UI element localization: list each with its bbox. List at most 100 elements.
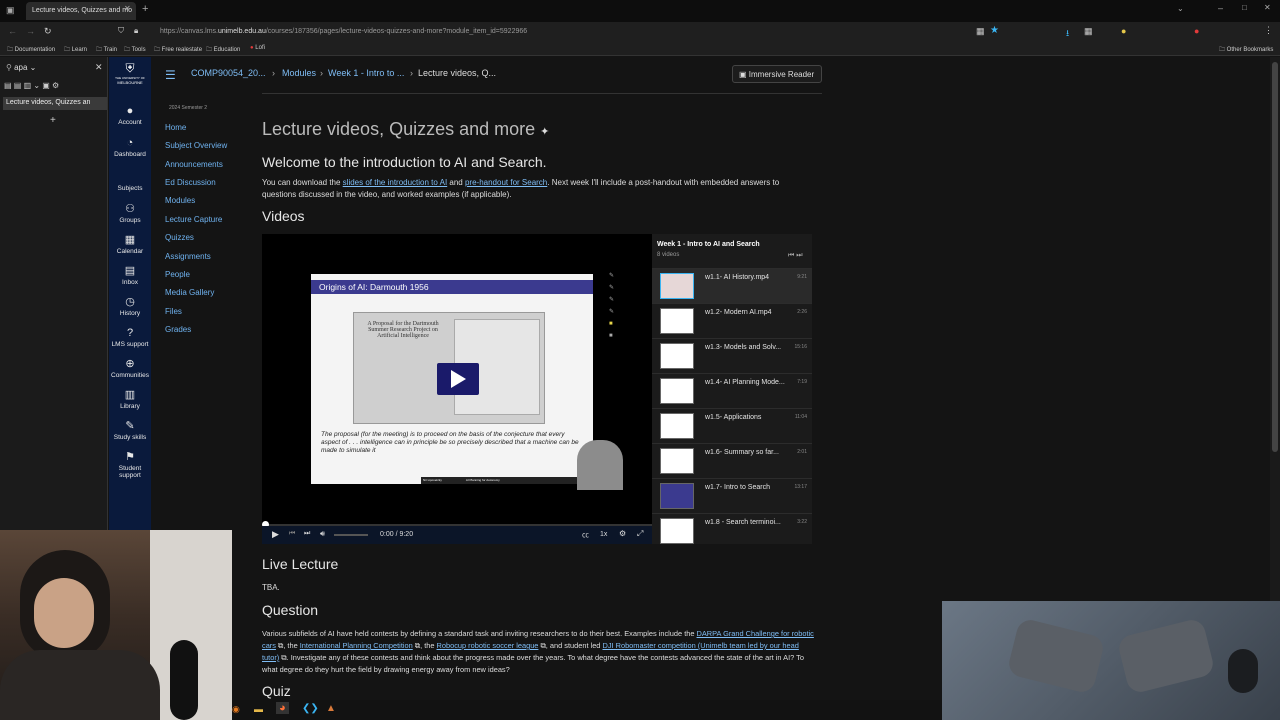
volume-icon[interactable]: 🔊︎ [320, 529, 325, 539]
new-tab-icon[interactable]: + [142, 3, 148, 15]
playlist-item[interactable]: w1.7- Intro to Search 13:17 [652, 478, 812, 513]
previous-icon[interactable]: ⏮ [289, 530, 295, 538]
playlist-item[interactable]: w1.2- Modern AI.mp4 2:26 [652, 303, 812, 338]
breadcrumb-course[interactable]: COMP90054_20... [191, 68, 266, 78]
course-nav-home[interactable]: Home [165, 123, 186, 132]
browser-tab[interactable]: Lecture videos, Quizzes and mo [26, 2, 136, 20]
playlist-item[interactable]: w1.8 - Search terminoi... 3:22 [652, 513, 812, 544]
ai-sparkle-icon[interactable]: ✦ [540, 126, 549, 138]
lock-icon[interactable]: 🔒︎ [134, 26, 138, 36]
playlist-nav-icon[interactable]: ⏮ ⏭ [788, 252, 803, 260]
signpost-icon: ⚑ [125, 451, 135, 463]
minimize-icon[interactable]: – [1218, 3, 1223, 13]
nav-communities[interactable]: ⊕ Communities [109, 358, 151, 379]
close-window-icon[interactable]: ✕ [1264, 3, 1271, 12]
menu-icon[interactable]: ⋮ [1264, 25, 1273, 36]
extension-red-icon[interactable]: ● [1194, 26, 1199, 36]
maximize-icon[interactable]: □ [1242, 3, 1247, 12]
hamburger-menu-icon[interactable]: ☰ [165, 68, 176, 82]
download-icon[interactable]: ⭳ [1066, 26, 1069, 42]
nav-inbox[interactable]: ▤ Inbox [109, 265, 151, 286]
side-tab-active[interactable]: Lecture videos, Quizzes an [3, 97, 107, 110]
playlist-item[interactable]: w1.4- AI Planning Mode... 7:19 [652, 373, 812, 408]
bookmark-documentation[interactable]: 🗀︎ Documentation [7, 45, 55, 55]
course-nav-media-gallery[interactable]: Media Gallery [165, 288, 214, 297]
nav-history[interactable]: ◷ History [109, 296, 151, 317]
course-nav-announcements[interactable]: Announcements [165, 160, 223, 169]
course-nav-assignments[interactable]: Assignments [165, 252, 211, 261]
bookmark-learn[interactable]: 🗀︎ Learn [64, 45, 87, 55]
browser-tab-bar: ▣ Lecture videos, Quizzes and mo ✕ + ⌄ –… [0, 0, 1280, 22]
university-logo[interactable]: ⛨ THE UNIVERSITY OF MELBOURNE [113, 61, 147, 85]
close-tab-icon[interactable]: ✕ [124, 4, 131, 13]
panel-toolbar[interactable]: ▤ ▤ ▥ ⌄ ▣ ⚙ [4, 81, 59, 90]
pre-handout-link[interactable]: pre-handout for Search [465, 178, 547, 187]
nav-dashboard[interactable]: ◔ Dashboard [109, 137, 151, 158]
slides-link[interactable]: slides of the introduction to AI [343, 178, 448, 187]
tab-search[interactable]: ⚲ apa ⌄ [6, 63, 36, 72]
course-nav-subject-overview[interactable]: Subject Overview [165, 141, 227, 150]
playlist-item[interactable]: w1.6- Summary so far... 2:01 [652, 443, 812, 478]
nav-lms-support[interactable]: ? LMS support [109, 327, 151, 348]
course-nav-ed-discussion[interactable]: Ed Discussion [165, 178, 216, 187]
nav-groups[interactable]: ⚇ Groups [109, 203, 151, 224]
add-tab-icon[interactable]: + [50, 115, 56, 126]
course-nav-lecture-capture[interactable]: Lecture Capture [165, 215, 222, 224]
close-panel-icon[interactable]: ✕ [95, 62, 103, 73]
nav-account[interactable]: ● Account [109, 105, 151, 126]
shield-icon[interactable]: ⛉ [118, 26, 124, 36]
nav-calendar[interactable]: ▦ Calendar [109, 234, 151, 255]
course-nav-people[interactable]: People [165, 270, 190, 279]
bookmark-free-realestate[interactable]: 🗀︎ Free realestate [154, 45, 202, 55]
volume-slider[interactable] [334, 534, 368, 536]
bookmark-train[interactable]: 🗀︎ Train [96, 45, 117, 55]
grid-icon[interactable]: ▦ [976, 26, 985, 37]
breadcrumb-modules[interactable]: Modules [282, 68, 316, 78]
bookmark-star-icon[interactable]: ★ [990, 25, 999, 36]
bookmark-other[interactable]: 🗀︎ Other Bookmarks [1219, 45, 1273, 55]
bookmark-education[interactable]: 🗀︎ Education [206, 45, 240, 55]
scrollbar-thumb[interactable] [1272, 62, 1278, 452]
fullscreen-icon[interactable]: ⤢ [637, 529, 643, 539]
file-explorer-icon[interactable]: ▬ [254, 704, 263, 714]
extensions-icon[interactable]: ▦ [1084, 26, 1093, 37]
playlist-item[interactable]: w1.3- Models and Solv... 15:16 [652, 338, 812, 373]
vscode-icon[interactable]: ❮❯ [302, 703, 319, 714]
bookmark-lofi[interactable]: ● Lofi [250, 45, 265, 51]
firefox-icon[interactable]: ◕ [276, 702, 289, 714]
play-small-icon[interactable]: ▶ [272, 529, 279, 540]
annotation-toolbar[interactable]: ✎ ✎ ✎ ✎ ■ ■ [609, 270, 621, 380]
breadcrumb-week[interactable]: Week 1 - Intro to ... [328, 68, 404, 78]
speed-button[interactable]: 1x [600, 531, 607, 538]
app-icon-2[interactable]: ▲ [326, 703, 336, 714]
course-nav-quizzes[interactable]: Quizzes [165, 233, 194, 242]
extension-yellow-icon[interactable]: ● [1121, 26, 1126, 36]
tab-list-icon[interactable]: ▣ [6, 5, 15, 16]
nav-library[interactable]: ▥ Library [109, 389, 151, 410]
immersive-reader-button[interactable]: ▣ Immersive Reader [732, 65, 822, 83]
next-icon[interactable]: ⏭ [304, 530, 310, 538]
bookmark-tools[interactable]: 🗀︎ Tools [124, 45, 146, 55]
globe-icon: ⊕ [125, 358, 135, 370]
reload-icon[interactable]: ↻ [44, 26, 52, 37]
url-field[interactable]: https://canvas.lms.unimelb.edu.au/course… [160, 28, 527, 35]
app-icon[interactable]: ◉ [232, 704, 240, 715]
back-icon[interactable]: ← [8, 26, 17, 36]
settings-gear-icon[interactable]: ⚙ [619, 529, 626, 538]
chevron-down-icon[interactable]: ⌄ [1177, 4, 1184, 13]
nav-study-skills[interactable]: ✎ Study skills [109, 420, 151, 441]
nav-subjects[interactable]: Subjects [109, 185, 151, 192]
playlist-item[interactable]: w1.5- Applications 11:04 [652, 408, 812, 443]
nav-student-support[interactable]: ⚑ Student support [109, 451, 151, 479]
course-nav-files[interactable]: Files [165, 307, 182, 316]
side-tab-title: Lecture videos, Quizzes an [6, 99, 91, 106]
robocup-link[interactable]: Robocup robotic soccer league [437, 641, 539, 650]
play-button[interactable] [437, 363, 479, 395]
captions-icon[interactable]: ㏄ [582, 530, 589, 540]
course-nav-modules[interactable]: Modules [165, 196, 195, 205]
ipc-link[interactable]: International Planning Competition [300, 641, 413, 650]
forward-icon[interactable]: → [26, 26, 35, 36]
course-nav-grades[interactable]: Grades [165, 325, 191, 334]
video-player[interactable]: Origins of AI: Darmouth 1956 A Proposal … [262, 234, 652, 544]
playlist-item[interactable]: w1.1- AI History.mp4 9:21 [652, 268, 812, 303]
